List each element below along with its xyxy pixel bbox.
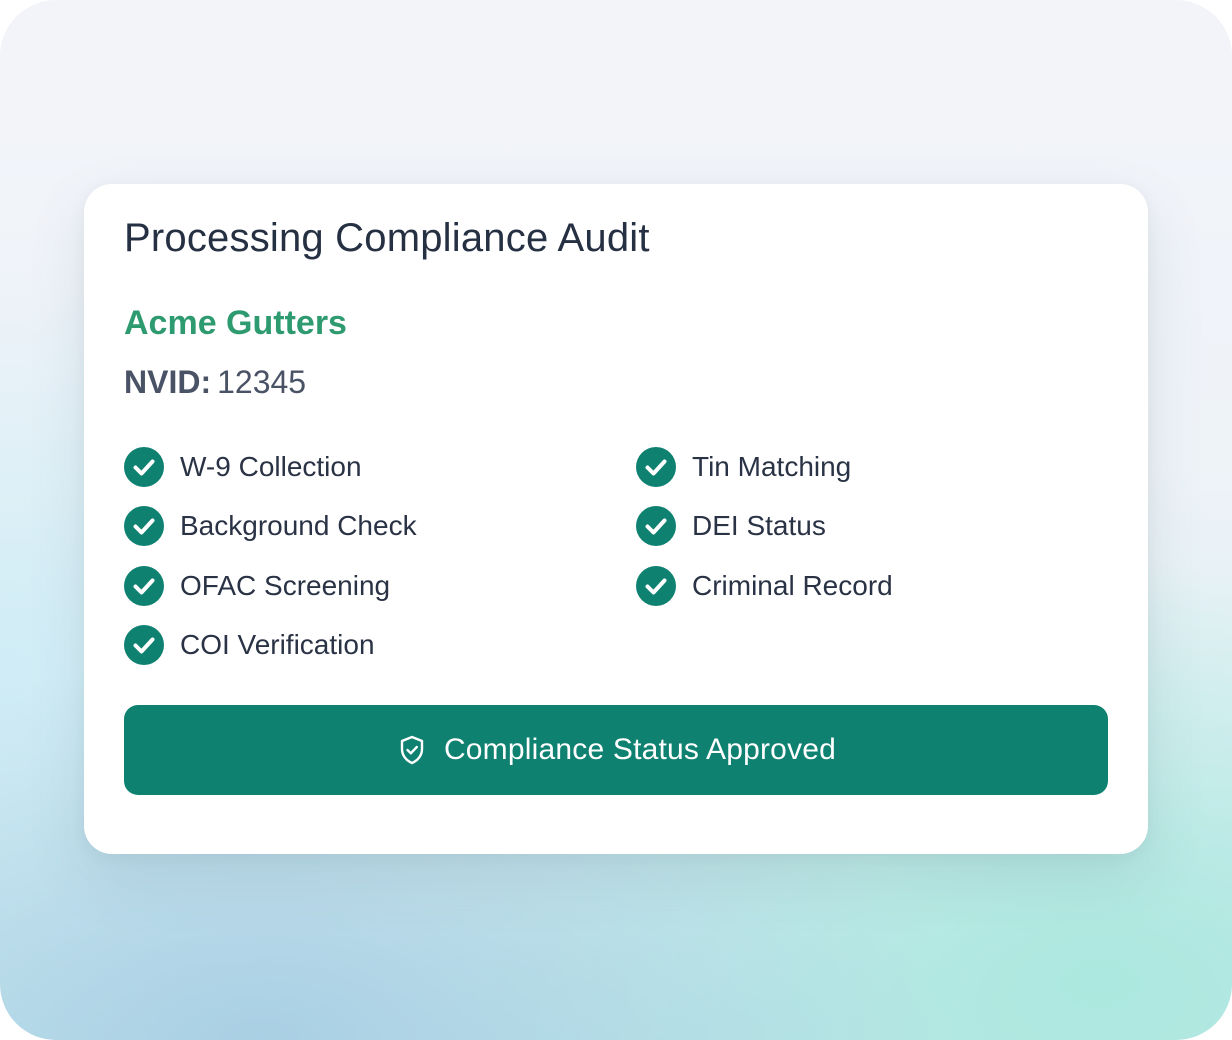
check-item-background-check: Background Check bbox=[124, 506, 417, 546]
check-label: Background Check bbox=[180, 510, 417, 541]
check-item-ofac-screening: OFAC Screening bbox=[124, 566, 390, 606]
check-label: DEI Status bbox=[692, 510, 826, 541]
approve-button-label: Compliance Status Approved bbox=[443, 733, 837, 766]
check-item-tin-matching: Tin Matching bbox=[636, 447, 851, 487]
check-label: OFAC Screening bbox=[180, 570, 391, 601]
check-circle-icon bbox=[636, 506, 676, 546]
nvid-label: NVID: bbox=[124, 364, 212, 400]
check-label: Criminal Record bbox=[692, 570, 893, 601]
check-item-coi-verification: COI Verification bbox=[124, 625, 375, 665]
check-circle-icon bbox=[124, 506, 164, 546]
company-name: Acme Gutters bbox=[124, 304, 347, 342]
check-item-dei-status: DEI Status bbox=[636, 506, 826, 546]
nvid-value: 12345 bbox=[217, 364, 307, 400]
check-label: W-9 Collection bbox=[180, 451, 362, 482]
check-circle-icon bbox=[124, 566, 164, 606]
check-item-w9-collection: W-9 Collection bbox=[124, 447, 362, 487]
check-item-criminal-record: Criminal Record bbox=[636, 566, 893, 606]
shield-check-icon bbox=[400, 735, 424, 765]
check-circle-icon bbox=[636, 447, 676, 487]
check-label: COI Verification bbox=[180, 629, 375, 660]
nvid-line: NVID: 12345 bbox=[124, 364, 306, 401]
card-title: Processing Compliance Audit bbox=[124, 216, 650, 260]
check-circle-icon bbox=[124, 447, 164, 487]
compliance-audit-card: Processing Compliance Audit Acme Gutters… bbox=[84, 184, 1148, 854]
compliance-status-approved-button[interactable]: Compliance Status Approved bbox=[124, 705, 1108, 795]
check-label: Tin Matching bbox=[692, 451, 852, 482]
check-circle-icon bbox=[124, 625, 164, 665]
check-circle-icon bbox=[636, 566, 676, 606]
